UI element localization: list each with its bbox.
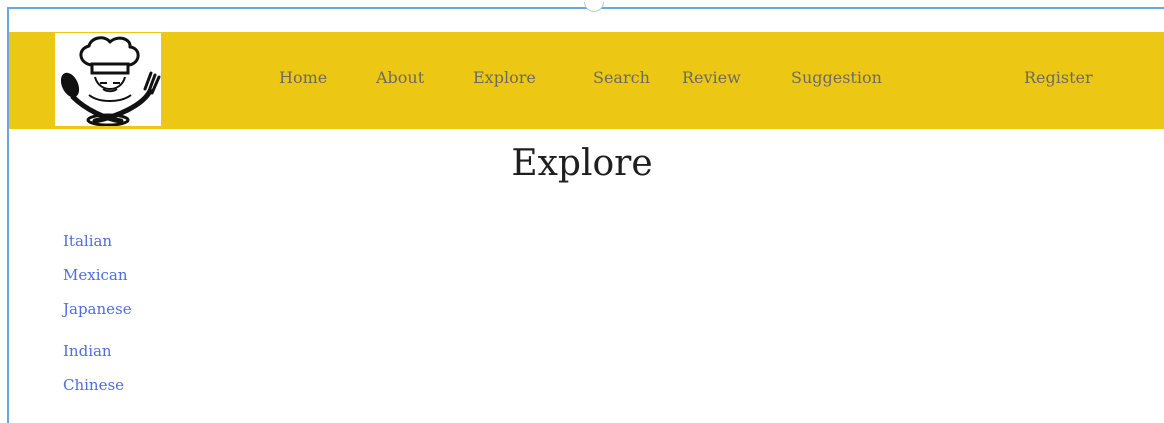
nav-about-link[interactable]: About: [376, 68, 424, 87]
nav-suggestion-link[interactable]: Suggestion: [791, 68, 882, 87]
nav-explore-link[interactable]: Explore: [473, 68, 536, 87]
chef-hat-spoon-fork-icon: [60, 36, 161, 126]
cuisine-link-chinese[interactable]: Chinese: [63, 376, 124, 394]
nav-register-link[interactable]: Register: [1024, 68, 1093, 87]
frame-resize-handle[interactable]: [584, 2, 604, 12]
cuisine-link-japanese[interactable]: Japanese: [63, 300, 132, 318]
cuisine-link-italian[interactable]: Italian: [63, 232, 112, 250]
site-logo[interactable]: [55, 33, 161, 126]
cuisine-link-indian[interactable]: Indian: [63, 342, 112, 360]
nav-review-link[interactable]: Review: [682, 68, 741, 87]
page-title: Explore: [511, 143, 653, 184]
navbar: Home About Explore Search Review Suggest…: [9, 32, 1164, 129]
nav-search-link[interactable]: Search: [593, 68, 650, 87]
editor-frame: Home About Explore Search Review Suggest…: [0, 0, 1164, 423]
cuisine-link-mexican[interactable]: Mexican: [63, 266, 128, 284]
nav-home-link[interactable]: Home: [279, 68, 327, 87]
